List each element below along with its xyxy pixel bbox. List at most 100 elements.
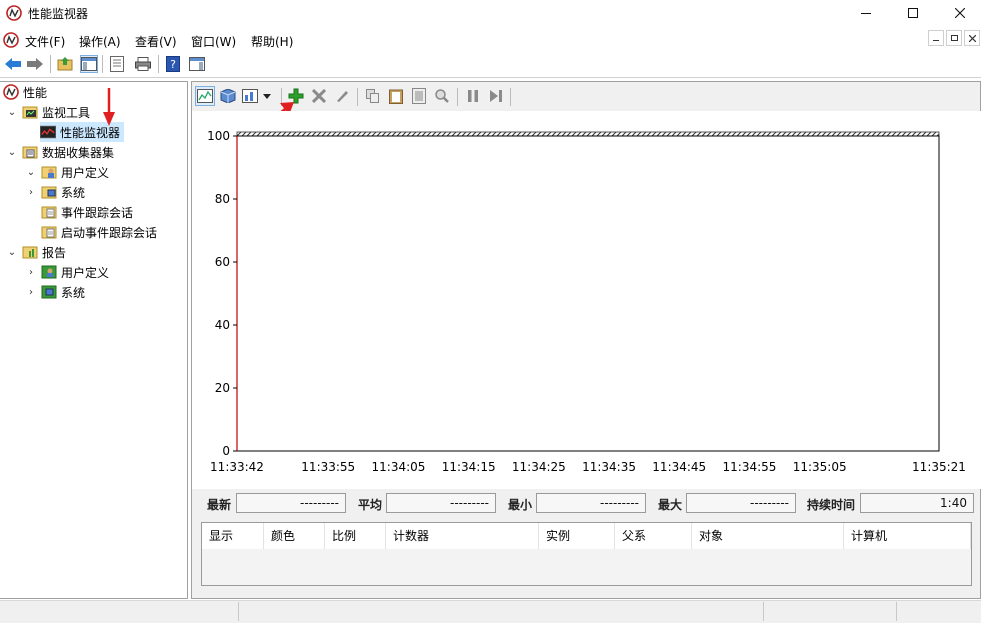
system-folder-icon [41,186,57,199]
mdi-restore-button[interactable] [946,30,962,46]
line-graph-icon [197,89,213,103]
menu-file[interactable]: 文件(F) [25,33,65,50]
pencil-icon [337,91,348,102]
x-tick-label: 11:35:21 [912,460,966,474]
minimize-icon [861,12,871,14]
toolbar-separator [357,88,358,106]
change-graph-type-button[interactable] [240,86,260,106]
folder-monitor-icon [22,106,38,119]
stat-minimum-label: 最小 [508,498,533,512]
column-header-color[interactable]: 颜色 [264,523,325,549]
user-defined-folder-icon [41,166,57,179]
close-button[interactable] [937,0,981,26]
minimize-button[interactable] [843,0,889,26]
menu-window[interactable]: 窗口(W) [191,33,236,50]
mdi-close-icon [968,34,976,42]
tree-item-reports-user-defined[interactable]: › 用户定义 [25,262,109,282]
x-tick-label: 11:34:45 [652,460,706,474]
tree-item-monitor-tools[interactable]: ⌄ 监视工具 [6,102,90,122]
tree-item-event-trace-sessions[interactable]: 事件跟踪会话 [41,202,133,222]
column-header-parent[interactable]: 父系 [615,523,692,549]
column-header-instance[interactable]: 实例 [539,523,615,549]
tree-item-data-collector-sets[interactable]: ⌄ 数据收集器集 [6,142,114,162]
column-header-object[interactable]: 对象 [692,523,844,549]
event-trace-folder-icon [41,206,57,219]
printer-icon [135,57,151,71]
mdi-minimize-icon [933,40,939,41]
toolbar-separator [457,88,458,106]
toolbar-separator [50,55,51,73]
stat-latest-value: --------- [236,493,346,513]
export-list-button[interactable] [108,55,126,73]
database-icon [220,89,236,103]
report-system-icon [41,285,57,299]
chevron-down-icon[interactable]: ⌄ [6,146,18,158]
x-tick-label: 11:35:05 [793,460,847,474]
freeze-display-button[interactable] [463,86,483,106]
perfmon-icon [3,84,19,100]
back-button[interactable] [4,55,22,73]
copy-properties-button[interactable] [363,86,383,106]
tree-label: 启动事件跟踪会话 [61,225,158,240]
tree-label: 数据收集器集 [42,145,115,160]
menu-view[interactable]: 查看(V) [135,33,177,50]
chevron-right-icon[interactable]: › [25,266,37,278]
tree-label: 系统 [61,285,86,300]
close-icon [955,8,965,18]
tree-label: 用户定义 [61,265,110,280]
highlight-button[interactable] [332,86,352,106]
chevron-right-icon[interactable]: › [25,286,37,298]
column-header-scale[interactable]: 比例 [325,523,386,549]
column-header-show[interactable]: 显示 [202,523,264,549]
chevron-down-icon[interactable]: ⌄ [6,246,18,258]
copy-icon [366,89,379,103]
tree-item-reports[interactable]: ⌄ 报告 [6,242,66,262]
delete-x-icon [312,89,326,103]
paste-counter-list-button[interactable] [386,86,406,106]
show-action-pane-button[interactable] [188,55,206,73]
maximize-button[interactable] [890,0,936,26]
tree-item-performance[interactable]: 性能 [3,82,47,102]
step-forward-icon [490,90,502,102]
column-header-counter[interactable]: 计数器 [386,523,539,549]
update-data-button[interactable] [486,86,506,106]
x-tick-label: 11:33:42 [210,460,264,474]
tree-item-reports-system[interactable]: › 系统 [25,282,85,302]
print-button[interactable] [134,55,152,73]
system-menu-icon[interactable] [3,32,19,48]
properties-button[interactable] [409,86,429,106]
chevron-down-icon[interactable]: ⌄ [6,106,18,118]
mdi-minimize-button[interactable] [928,30,944,46]
show-hide-console-tree-button[interactable] [80,55,98,73]
chevron-right-icon[interactable]: › [25,186,37,198]
column-header-computer[interactable]: 计算机 [844,523,971,549]
console-tree-icon [81,57,97,71]
up-level-button[interactable] [56,55,74,73]
forward-button[interactable] [26,55,44,73]
help-button[interactable]: ? [164,55,182,73]
y-tick-label: 0 [222,444,230,458]
view-current-activity-button[interactable] [195,86,215,106]
stat-average-value: --------- [386,493,496,513]
zoom-button[interactable] [432,86,452,106]
tree-item-startup-event-trace-sessions[interactable]: 启动事件跟踪会话 [41,222,157,242]
status-bar-divider [763,602,764,621]
startup-trace-folder-icon [41,226,57,239]
tree-item-dcs-user-defined[interactable]: ⌄ 用户定义 [25,162,109,182]
view-log-data-button[interactable] [218,86,238,106]
x-tick-label: 11:34:15 [442,460,496,474]
data-collector-set-icon [22,146,38,159]
delete-counter-button[interactable] [309,86,329,106]
menu-action[interactable]: 操作(A) [79,33,121,50]
x-tick-label: 11:34:25 [512,460,566,474]
tree-label: 报告 [42,245,67,260]
help-book-icon: ? [166,56,180,72]
tree-label: 性能 [23,85,48,100]
chevron-down-icon[interactable]: ⌄ [25,166,37,178]
tree-item-dcs-system[interactable]: › 系统 [25,182,85,202]
mdi-close-button[interactable] [964,30,980,46]
x-tick-label: 11:34:55 [723,460,777,474]
menu-help[interactable]: 帮助(H) [251,33,293,50]
status-bar [0,600,981,623]
back-arrow-icon [5,58,21,70]
